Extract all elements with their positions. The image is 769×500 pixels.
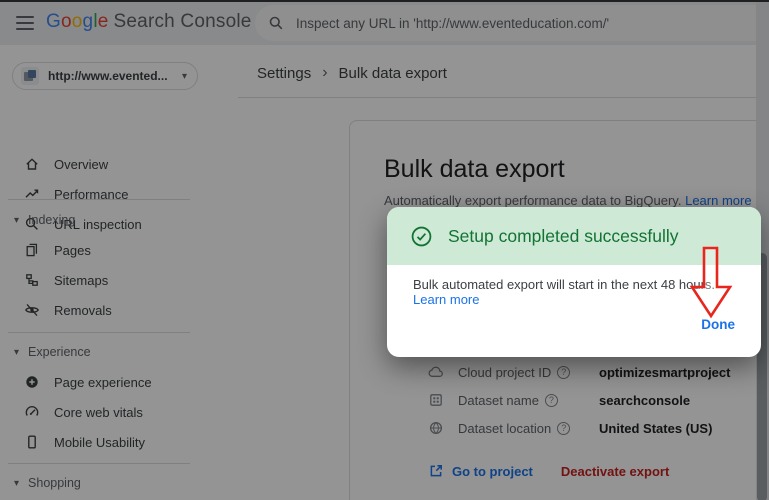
search-console-app: GoogleSearch Console http://www.evented.… xyxy=(0,0,769,500)
dialog-title: Setup completed successfully xyxy=(448,225,679,246)
check-circle-icon xyxy=(411,226,432,246)
learn-more-link[interactable]: Learn more xyxy=(413,292,479,307)
annotation-arrow-down-icon xyxy=(689,246,733,319)
